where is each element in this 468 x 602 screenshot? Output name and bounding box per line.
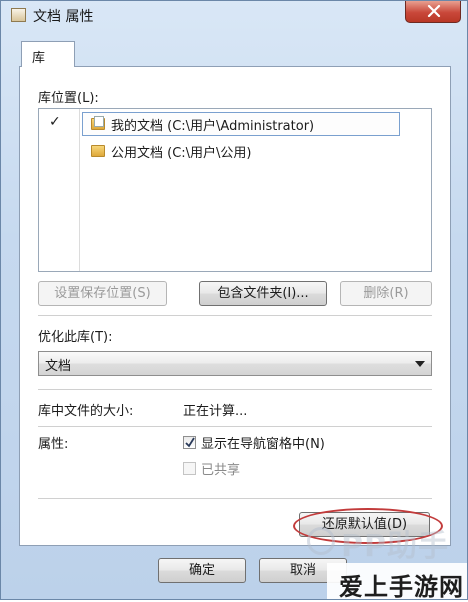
divider	[38, 315, 432, 316]
shared-label: 已共享	[201, 463, 241, 478]
list-item[interactable]: ✓ 我的文档 (C:\用户\Administrator)	[39, 112, 431, 136]
tab-library[interactable]: 库	[21, 41, 75, 67]
remove-button[interactable]: 删除(R)	[340, 281, 432, 306]
library-size-value: 正在计算...	[183, 404, 248, 419]
site-watermark: 爱上手游网	[339, 573, 464, 601]
show-in-nav-label: 显示在导航窗格中(N)	[201, 437, 325, 452]
library-locations-list[interactable]: ✓ 我的文档 (C:\用户\Administrator) 公用文档 (C:\用户…	[38, 108, 432, 272]
divider	[38, 498, 432, 499]
document-folder-icon	[91, 116, 105, 130]
library-icon	[11, 8, 26, 22]
optimize-library-dropdown[interactable]: 文档	[38, 351, 432, 376]
list-item-label: 公用文档 (C:\用户\公用)	[111, 146, 252, 161]
divider	[38, 426, 432, 427]
include-folder-button[interactable]: 包含文件夹(I)...	[199, 281, 327, 306]
folder-icon	[91, 145, 105, 157]
properties-dialog: 文档 属性 库 库位置(L): ✓ 我的文档 (C:\用户\Administra…	[0, 0, 468, 601]
title-bar: 文档 属性	[1, 1, 467, 29]
close-icon	[427, 5, 441, 17]
attributes-label: 属性:	[38, 437, 69, 452]
list-item-label: 我的文档 (C:\用户\Administrator)	[111, 119, 315, 134]
pp-assistant-watermark: PP助手	[307, 521, 449, 565]
chevron-down-icon	[415, 361, 425, 367]
show-in-nav-checkbox[interactable]	[183, 436, 196, 449]
ok-button[interactable]: 确定	[158, 558, 246, 583]
library-size-label: 库中文件的大小:	[38, 404, 134, 419]
shared-checkbox[interactable]	[183, 462, 196, 475]
optimize-library-label: 优化此库(T):	[38, 330, 113, 345]
close-button[interactable]	[405, 1, 461, 23]
pp-watermark-text: PP助手	[341, 529, 449, 564]
window-title: 文档 属性	[33, 9, 94, 25]
pp-logo-icon	[307, 527, 335, 555]
library-locations-label: 库位置(L):	[38, 91, 99, 106]
tab-library-label: 库	[32, 51, 46, 66]
save-location-check-icon: ✓	[49, 114, 61, 130]
optimize-library-value: 文档	[45, 359, 72, 374]
checkmark-icon	[185, 437, 195, 448]
set-save-location-button[interactable]: 设置保存位置(S)	[38, 281, 167, 306]
list-item[interactable]: 公用文档 (C:\用户\公用)	[39, 139, 431, 163]
divider	[38, 389, 432, 390]
